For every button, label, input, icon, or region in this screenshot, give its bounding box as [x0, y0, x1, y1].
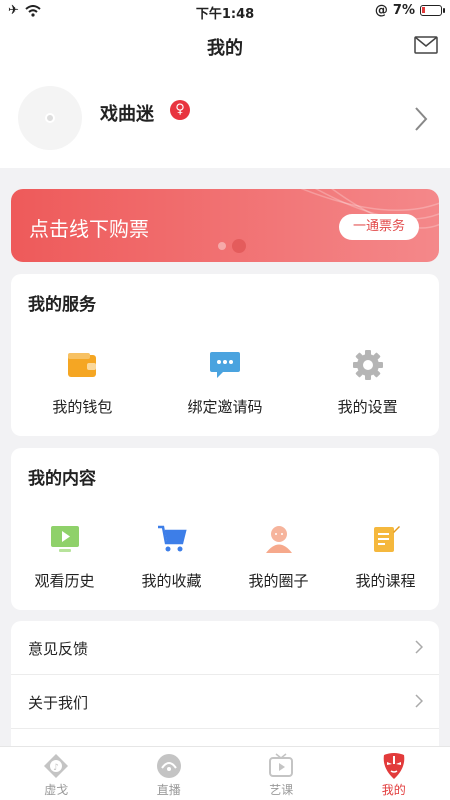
- invite-code-label: 绑定邀请码: [187, 398, 263, 416]
- play-screen-icon: [48, 522, 82, 556]
- live-icon: [156, 753, 182, 779]
- content-grid: 观看历史 我的收藏 我的圈子 我的课程: [11, 522, 439, 591]
- courses-label: 我的课程: [355, 572, 416, 590]
- pager-dot[interactable]: [218, 242, 226, 250]
- settings-label: 我的设置: [337, 398, 398, 416]
- tab-bar: ♪ 虚戈 直播 艺课 我的: [0, 746, 450, 800]
- tab-mine[interactable]: 我的: [338, 747, 450, 800]
- message-icon: [208, 348, 242, 382]
- ticket-button[interactable]: 一通票务: [338, 214, 419, 240]
- wallet-label: 我的钱包: [52, 398, 113, 416]
- notebook-icon: [369, 522, 403, 556]
- battery-percent: 7%: [392, 3, 415, 18]
- courses-item[interactable]: 我的课程: [332, 522, 439, 591]
- opera-icon: ♪: [43, 753, 69, 779]
- chevron-right-icon: [415, 694, 423, 708]
- mask-icon: [381, 753, 407, 779]
- chevron-right-icon[interactable]: [414, 106, 428, 132]
- status-right: @ 7%: [374, 3, 445, 18]
- status-bar: ✈ 下午1:48 @ 7%: [0, 0, 450, 22]
- chevron-right-icon: [415, 640, 423, 654]
- profile-header[interactable]: 戏曲迷 ♀: [0, 70, 450, 168]
- feedback-label: 意见反馈: [28, 640, 89, 658]
- cart-icon: [155, 522, 189, 556]
- tab-course[interactable]: 艺课: [225, 747, 338, 800]
- battery-icon: [420, 5, 445, 16]
- orientation-lock-icon: @: [374, 3, 388, 18]
- services-card: 我的服务 我的钱包 绑定邀请码 我的设置: [11, 274, 439, 436]
- invite-code-item[interactable]: 绑定邀请码: [154, 348, 297, 417]
- svg-text:♪: ♪: [53, 763, 59, 773]
- favorites-label: 我的收藏: [141, 572, 202, 590]
- banner-pager[interactable]: [218, 239, 246, 253]
- about-us-label: 关于我们: [28, 694, 89, 712]
- tab-label-live: 直播: [156, 783, 181, 797]
- favorites-item[interactable]: 我的收藏: [118, 522, 225, 591]
- services-title: 我的服务: [28, 295, 96, 315]
- watch-history-item[interactable]: 观看历史: [11, 522, 118, 591]
- content-title: 我的内容: [28, 469, 96, 489]
- person-icon: [262, 522, 296, 556]
- username: 戏曲迷: [100, 104, 154, 125]
- gear-icon: [351, 348, 385, 382]
- settings-item[interactable]: 我的设置: [296, 348, 439, 417]
- nav-bar: 我的: [0, 22, 450, 70]
- circle-item[interactable]: 我的圈子: [225, 522, 332, 591]
- services-grid: 我的钱包 绑定邀请码 我的设置: [11, 348, 439, 417]
- settings-list: 意见反馈 关于我们: [11, 621, 439, 746]
- watch-history-label: 观看历史: [34, 572, 95, 590]
- wallet-icon: [65, 348, 99, 382]
- page-title: 我的: [207, 38, 243, 59]
- tab-label-mine: 我的: [381, 783, 406, 797]
- circle-label: 我的圈子: [248, 572, 309, 590]
- wallet-item[interactable]: 我的钱包: [11, 348, 154, 417]
- tab-xuge[interactable]: ♪ 虚戈: [0, 747, 113, 800]
- avatar[interactable]: [18, 86, 82, 150]
- tab-label-course: 艺课: [269, 783, 294, 797]
- about-us-row[interactable]: 关于我们: [11, 675, 439, 729]
- tab-label-xuge: 虚戈: [44, 783, 69, 797]
- female-icon: ♀: [170, 100, 190, 120]
- mail-icon[interactable]: [414, 36, 438, 54]
- tab-live[interactable]: 直播: [113, 747, 226, 800]
- feedback-row[interactable]: 意见反馈: [11, 621, 439, 675]
- tv-icon: [268, 753, 294, 779]
- ticket-banner[interactable]: 点击线下购票 一通票务: [11, 189, 439, 262]
- banner-text: 点击线下购票: [29, 217, 149, 241]
- pager-dot-active[interactable]: [232, 239, 246, 253]
- content-card: 我的内容 观看历史 我的收藏 我的圈子 我的课程: [11, 448, 439, 610]
